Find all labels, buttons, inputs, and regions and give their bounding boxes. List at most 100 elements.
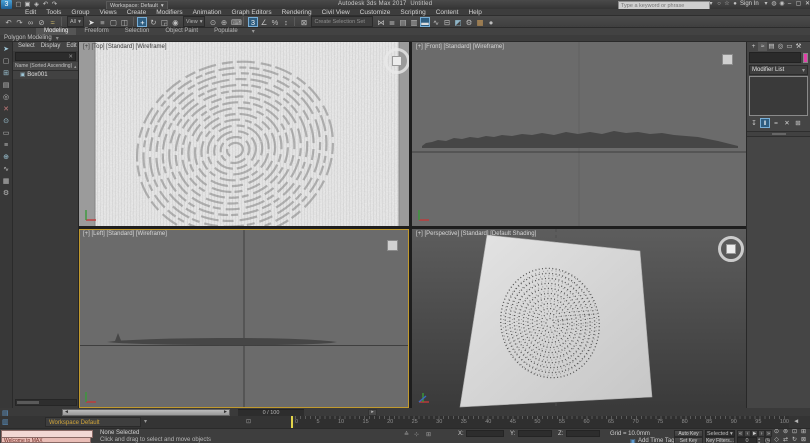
explorer-tab[interactable]: Edit [63, 42, 79, 51]
undo-icon[interactable]: ↶ [4, 17, 14, 27]
explorer-grid-tool-icon[interactable]: ▦ [1, 177, 11, 187]
x-coordinate-field[interactable] [466, 430, 504, 437]
select-object-icon[interactable]: ➤ [86, 17, 96, 27]
menu-item[interactable]: Edit [20, 9, 41, 16]
sign-in-link[interactable]: Sign In [740, 1, 759, 7]
zoom-icon[interactable]: ⊙ [772, 429, 781, 437]
select-and-manipulate-icon[interactable]: ⊕ [219, 17, 229, 27]
viewcube[interactable] [722, 54, 733, 65]
track-bar[interactable]: 0510152025303540455055606570758085909510… [295, 416, 789, 428]
maximize-button[interactable]: ▢ [794, 0, 803, 7]
menu-item[interactable]: Tools [41, 9, 66, 16]
add-time-tag-label[interactable]: Add Time Tag [638, 438, 675, 443]
modify-tab[interactable]: ≈ [758, 42, 767, 51]
current-frame-field[interactable] [737, 437, 757, 443]
explorer-tab[interactable]: Select [15, 42, 38, 51]
toggle-scene-explorer-icon[interactable]: ▤ [398, 17, 408, 27]
time-slider[interactable]: ◄ ► [62, 409, 230, 416]
reference-coordinate-dropdown[interactable]: View▾ [183, 16, 206, 27]
edit-named-selection-sets-icon[interactable]: ⊠ [299, 17, 309, 27]
key-filters-button[interactable]: Key Filters... [705, 437, 735, 443]
viewport-label-menu[interactable]: [+] [Front] [Standard] [Wireframe] [416, 44, 504, 50]
explorer-display-tool-icon[interactable]: ◎ [1, 93, 11, 103]
explorer-add-tool-icon[interactable]: ⊞ [1, 69, 11, 79]
viewport-perspective[interactable]: [+] [Perspective] [Standard] [Default Sh… [412, 229, 746, 408]
align-icon[interactable]: ≣ [387, 17, 397, 27]
select-and-scale-icon[interactable]: ◲ [159, 17, 169, 27]
configure-modifier-sets-button[interactable]: ⊞ [793, 118, 803, 128]
explorer-tab[interactable]: Display [38, 42, 64, 51]
material-editor-icon[interactable]: ◩ [453, 17, 463, 27]
explorer-object-row[interactable]: ▣ Box001 [13, 71, 78, 79]
explorer-filter-tool-icon[interactable]: ≡ [1, 141, 11, 151]
explorer-search-input[interactable] [16, 53, 66, 61]
display-tab[interactable]: ▭ [785, 42, 794, 51]
viewcube[interactable] [718, 236, 744, 262]
selection-range-icon[interactable]: ⊡ [246, 418, 251, 425]
selected-set-dropdown[interactable]: Selected ▾ [705, 430, 735, 437]
next-frame-arrow-icon[interactable]: ► [223, 409, 228, 415]
viewport-top[interactable]: [+] [Top] [Standard] [Wireframe] [79, 42, 409, 226]
play-button[interactable]: ► [751, 430, 758, 437]
render-production-icon[interactable]: ● [486, 17, 496, 27]
viewcube[interactable] [384, 48, 409, 74]
ribbon-tab[interactable]: Populate [206, 28, 246, 35]
spinner-snap-icon[interactable]: ↕ [281, 17, 291, 27]
ribbon-collapse-icon[interactable]: ▾ [252, 28, 255, 35]
z-coordinate-field[interactable] [566, 430, 600, 437]
menu-item[interactable]: Views [94, 9, 121, 16]
field-of-view-icon[interactable]: ◇ [772, 437, 781, 443]
chevron-down-icon[interactable]: ▾ [144, 418, 147, 425]
go-to-start-button[interactable]: « [737, 430, 744, 437]
previous-frame-button[interactable]: ‹ [744, 430, 751, 437]
menu-item[interactable]: Scripting [395, 9, 430, 16]
object-name-field[interactable] [749, 52, 801, 63]
keyboard-shortcut-override-icon[interactable]: ⌨ [230, 17, 240, 27]
menu-item[interactable]: Rendering [277, 9, 317, 16]
select-and-move-icon[interactable]: + [137, 17, 147, 27]
menu-item[interactable]: Customize [355, 9, 396, 16]
rectangular-selection-region-icon[interactable]: ▢ [108, 17, 118, 27]
pan-icon[interactable]: ⇄ [781, 437, 790, 443]
object-color-swatch[interactable] [803, 53, 808, 63]
viewport-front[interactable]: [+] [Front] [Standard] [Wireframe] [412, 42, 746, 226]
absolute-offset-toggle-icon[interactable]: ⊹ [414, 431, 419, 438]
toggle-layer-explorer-icon[interactable]: ▥ [409, 17, 419, 27]
rendered-frame-window-icon[interactable]: ▦ [475, 17, 485, 27]
show-end-result-button[interactable]: ‖ [760, 118, 770, 128]
search-dropdown-icon[interactable]: ▾ [707, 0, 715, 7]
curve-editor-icon[interactable]: ∿ [431, 17, 441, 27]
docked-explorer-icon[interactable]: ▤ [2, 409, 9, 417]
toggle-ribbon-icon[interactable]: ▬ [420, 17, 430, 27]
ribbon-tab[interactable]: Freeform [76, 28, 116, 35]
hierarchy-tab[interactable]: ▤ [767, 42, 776, 51]
percent-snap-icon[interactable]: % [270, 17, 280, 27]
bind-to-space-warp-icon[interactable]: ≈ [48, 17, 58, 27]
set-key-button[interactable]: Set Key [674, 437, 703, 443]
utilities-tab[interactable]: ⚒ [794, 42, 803, 51]
ribbon-tab[interactable]: Selection [117, 28, 158, 35]
minimize-button[interactable]: – [785, 1, 794, 7]
menu-item[interactable]: Graph Editors [227, 9, 277, 16]
auto-key-button[interactable]: Auto Key [674, 430, 703, 437]
zoom-extents-icon[interactable]: ⊡ [790, 429, 799, 437]
viewcube[interactable] [387, 240, 398, 251]
select-and-rotate-icon[interactable]: ↻ [148, 17, 158, 27]
angle-snap-icon[interactable]: ∠ [259, 17, 269, 27]
use-pivot-point-center-icon[interactable]: ⊙ [208, 17, 218, 27]
close-button[interactable]: ✕ [803, 0, 810, 7]
render-setup-icon[interactable]: ⚙ [464, 17, 474, 27]
window-crossing-icon[interactable]: ◫ [119, 17, 129, 27]
zoom-extents-all-icon[interactable]: ⊞ [799, 429, 808, 437]
select-and-link-icon[interactable]: ∞ [26, 17, 36, 27]
modifier-stack[interactable] [749, 76, 808, 116]
menu-item[interactable]: Create [122, 9, 152, 16]
menu-item[interactable]: Modifiers [151, 9, 187, 16]
favorites-icon[interactable]: ☆ [723, 0, 731, 7]
menu-item[interactable]: Animation [188, 9, 227, 16]
redo-icon[interactable]: ↷ [15, 17, 25, 27]
menu-item[interactable]: Civil View [317, 9, 355, 16]
explorer-column-headers[interactable]: Name (Sorted Ascending) ▲ Froz [13, 62, 78, 71]
explorer-list-tool-icon[interactable]: ▤ [1, 81, 11, 91]
explorer-hide-tool-icon[interactable]: ▭ [1, 129, 11, 139]
